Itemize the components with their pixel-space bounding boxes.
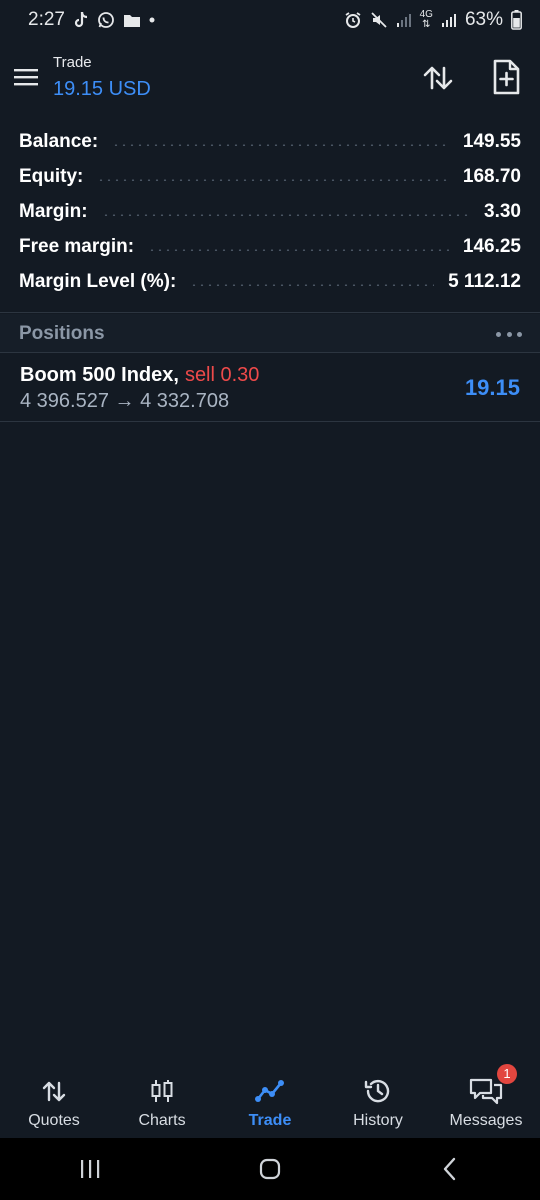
back-icon xyxy=(443,1157,456,1181)
summary-row-equity: Equity: 168.70 xyxy=(19,159,521,194)
status-right: 4G ⇅ 63% xyxy=(344,9,522,31)
whatsapp-icon xyxy=(97,11,115,29)
dotted-leader xyxy=(101,213,471,216)
nav-quotes[interactable]: Quotes xyxy=(0,1062,108,1138)
app-header: Trade 19.15 USD xyxy=(0,48,540,110)
system-nav-bar xyxy=(0,1138,540,1200)
summary-value: 149.55 xyxy=(462,130,521,152)
nav-messages[interactable]: 1 Messages xyxy=(432,1062,540,1138)
back-button[interactable] xyxy=(420,1149,480,1189)
home-button[interactable] xyxy=(240,1149,300,1189)
menu-button[interactable] xyxy=(12,62,42,92)
status-bar: 2:27 4G ⇅ 63% xyxy=(0,0,540,40)
positions-header: Positions xyxy=(0,314,540,352)
nav-label: History xyxy=(353,1112,403,1129)
divider xyxy=(0,421,540,422)
nav-label: Quotes xyxy=(28,1112,80,1129)
history-icon xyxy=(363,1074,393,1108)
battery-icon xyxy=(511,10,522,30)
recent-apps-icon xyxy=(81,1160,100,1178)
more-dot-icon xyxy=(496,331,501,337)
new-order-button[interactable] xyxy=(488,58,524,96)
nav-label: Trade xyxy=(248,1112,292,1129)
notification-dot-icon xyxy=(149,17,155,23)
dotted-leader xyxy=(148,248,449,251)
account-summary: Balance: 149.55 Equity: 168.70 Margin: 3… xyxy=(19,124,521,299)
quotes-icon xyxy=(41,1074,67,1108)
signal-icon xyxy=(396,12,412,28)
positions-more-button[interactable] xyxy=(496,324,522,344)
position-profit: 19.15 xyxy=(464,375,520,400)
new-document-icon xyxy=(493,59,520,95)
page-title: Trade xyxy=(53,54,92,71)
nav-charts[interactable]: Charts xyxy=(108,1062,216,1138)
data-arrows-icon: ⇅ xyxy=(422,19,431,30)
summary-label: Free margin: xyxy=(19,235,135,257)
position-row[interactable]: Boom 500 Index, sell 0.30 4 396.527 → 4 3… xyxy=(0,354,540,420)
more-dot-icon xyxy=(517,331,522,337)
home-icon xyxy=(259,1158,281,1180)
summary-value: 5 112.12 xyxy=(448,270,521,292)
bottom-nav: Quotes Charts Trade History 1 Messages xyxy=(0,1062,540,1138)
folder-icon xyxy=(123,13,141,28)
summary-label: Margin Level (%): xyxy=(19,270,177,292)
dotted-leader xyxy=(190,283,435,286)
summary-label: Margin: xyxy=(19,200,88,222)
screen: 2:27 4G ⇅ 63% Trade 19.15 USD Balance: 1… xyxy=(0,0,540,1200)
trade-icon xyxy=(255,1074,285,1108)
summary-row-margin-level: Margin Level (%): 5 112.12 xyxy=(19,264,521,299)
position-current-price: 4 332.708 xyxy=(140,390,230,412)
dotted-leader xyxy=(97,178,449,181)
price-arrow: → xyxy=(114,390,135,412)
tiktok-icon xyxy=(73,11,89,29)
position-side: sell 0.30 xyxy=(184,364,260,386)
signal-2-icon xyxy=(441,12,457,28)
status-time: 2:27 xyxy=(28,9,65,30)
position-open-price: 4 396.527 xyxy=(20,390,109,412)
hamburger-icon xyxy=(14,69,38,86)
nav-label: Charts xyxy=(138,1112,186,1129)
nav-label: Messages xyxy=(449,1112,523,1129)
status-left: 2:27 xyxy=(28,9,155,31)
messages-icon: 1 xyxy=(469,1064,517,1108)
summary-row-free-margin: Free margin: 146.25 xyxy=(19,229,521,264)
nav-trade[interactable]: Trade xyxy=(216,1062,324,1138)
divider xyxy=(0,352,540,353)
summary-row-margin: Margin: 3.30 xyxy=(19,194,521,229)
divider xyxy=(0,312,540,313)
more-dot-icon xyxy=(506,331,512,337)
summary-value: 168.70 xyxy=(462,165,521,187)
summary-row-balance: Balance: 149.55 xyxy=(19,124,521,159)
positions-title: Positions xyxy=(19,323,105,344)
position-title-line: Boom 500 Index, sell 0.30 xyxy=(20,364,259,387)
summary-value: 146.25 xyxy=(462,235,521,257)
sort-button[interactable] xyxy=(420,60,456,96)
mute-icon xyxy=(370,11,388,29)
position-symbol: Boom 500 Index, xyxy=(20,364,179,386)
dotted-leader xyxy=(112,143,449,146)
summary-value: 3.30 xyxy=(484,200,521,222)
profit-summary: 19.15 USD xyxy=(53,78,151,100)
summary-label: Equity: xyxy=(19,165,84,187)
network-type-icon: 4G ⇅ xyxy=(420,10,433,30)
charts-icon xyxy=(149,1074,175,1108)
sort-arrows-icon xyxy=(423,66,453,90)
battery-percent: 63% xyxy=(464,9,503,30)
nav-history[interactable]: History xyxy=(324,1062,432,1138)
messages-badge: 1 xyxy=(497,1064,517,1084)
alarm-icon xyxy=(344,11,362,29)
position-prices: 4 396.527 → 4 332.708 xyxy=(20,390,229,413)
summary-label: Balance: xyxy=(19,130,99,152)
recent-apps-button[interactable] xyxy=(60,1149,120,1189)
